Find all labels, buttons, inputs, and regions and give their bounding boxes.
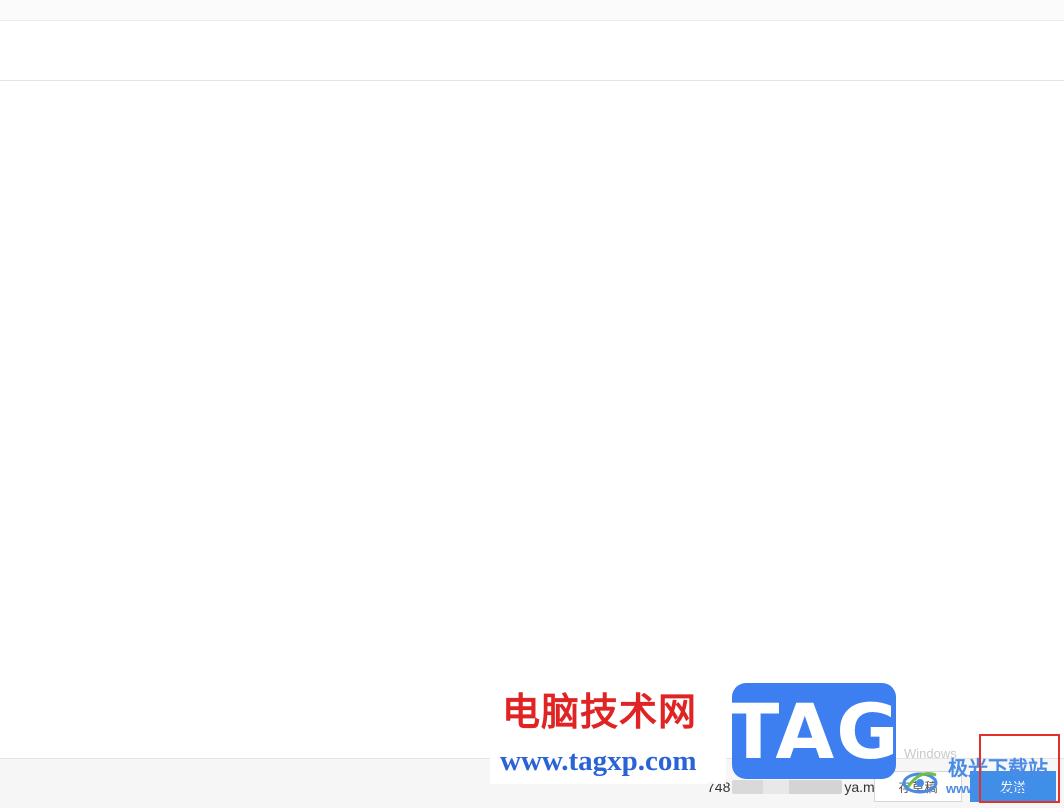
watermark-site2-name: 极光下载站 bbox=[948, 758, 1048, 780]
watermark-url: www.tagxp.com bbox=[500, 745, 697, 777]
watermark-site2-url: www.xz7.com bbox=[946, 781, 1031, 796]
toolbar-strip bbox=[0, 0, 1064, 21]
watermark-site2: 极光下载站 www.xz7.com bbox=[900, 755, 1060, 803]
watermark-tag-logo: TAG bbox=[727, 683, 899, 779]
message-body-editor[interactable] bbox=[0, 81, 1064, 758]
aurora-logo-icon bbox=[902, 772, 938, 794]
redacted-mask bbox=[732, 780, 843, 794]
watermark-title: 电脑技术网 bbox=[502, 689, 698, 734]
subject-field[interactable] bbox=[0, 21, 1064, 81]
